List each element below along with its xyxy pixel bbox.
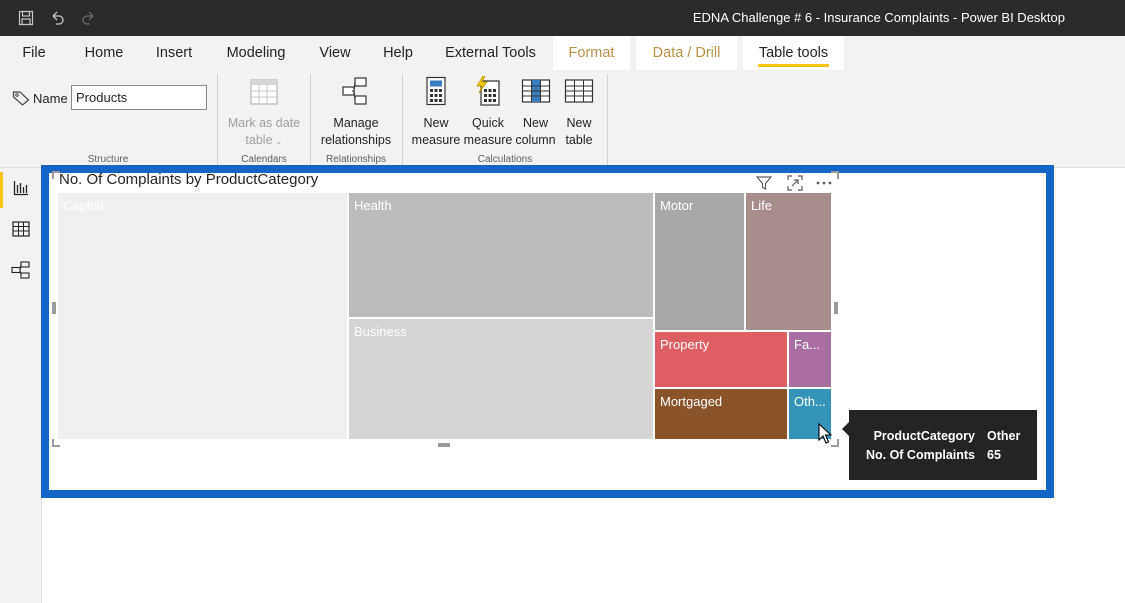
name-label: Name: [33, 91, 68, 106]
resize-handle[interactable]: [52, 171, 60, 179]
tooltip-row: ProductCategory Other: [849, 429, 1037, 447]
new-table-icon: [558, 76, 600, 111]
treemap-chart: Capital Health Business Motor Life Prope…: [58, 193, 833, 441]
report-view-icon: [13, 180, 29, 201]
treemap-tile-life[interactable]: Life: [746, 193, 833, 332]
resize-handle[interactable]: [831, 171, 839, 179]
mouse-cursor-icon: [818, 422, 833, 450]
left-nav: [0, 168, 42, 603]
new-column-button[interactable]: New column: [513, 76, 558, 149]
tab-external-tools[interactable]: External Tools: [437, 36, 544, 70]
tab-table-tools[interactable]: Table tools: [743, 36, 844, 70]
tab-data-drill[interactable]: Data / Drill: [636, 36, 737, 70]
resize-handle[interactable]: [831, 439, 839, 447]
calendar-icon: [224, 76, 304, 111]
tab-modeling[interactable]: Modeling: [216, 36, 296, 70]
tile-label: Mortgaged: [660, 394, 723, 409]
ribbon-separator: [217, 74, 218, 166]
ribbon-tabs: File Home Insert Modeling View Help Exte…: [0, 36, 1125, 70]
tile-label: Motor: [660, 198, 694, 213]
new-column-icon: [513, 76, 558, 111]
tile-label: Capital: [63, 198, 104, 213]
model-view-icon: [11, 260, 31, 284]
tile-label: Business: [354, 324, 407, 339]
window-title: EDNA Challenge # 6 - Insurance Complaint…: [692, 10, 1065, 25]
name-input[interactable]: [71, 85, 207, 110]
quick-measure-button[interactable]: Quick measure: [462, 75, 514, 149]
new-table-label-1: New: [566, 116, 592, 130]
tab-insert[interactable]: Insert: [146, 36, 202, 70]
treemap-tile-mortgaged[interactable]: Mortgaged: [655, 389, 789, 441]
calculator-icon: [410, 76, 462, 111]
treemap-tile-family[interactable]: Fa...: [789, 332, 833, 389]
ribbon-separator: [607, 74, 608, 166]
manage-relationships-button[interactable]: Manage relationships: [316, 76, 396, 149]
undo-icon[interactable]: [48, 9, 66, 27]
data-view-icon: [12, 220, 30, 242]
tooltip-key: ProductCategory: [873, 429, 975, 443]
tile-label: Health: [354, 198, 392, 213]
chevron-down-icon: ⌄: [272, 136, 283, 146]
manage-label-1: Manage: [333, 116, 379, 130]
manage-label-2: relationships: [320, 133, 392, 147]
visual-header-icons: [755, 174, 835, 192]
treemap-tile-health[interactable]: Health: [349, 193, 655, 319]
tab-format[interactable]: Format: [553, 36, 630, 70]
tile-label: Oth...: [794, 394, 826, 409]
tab-home[interactable]: Home: [75, 36, 133, 70]
new-table-button[interactable]: New table: [558, 76, 600, 149]
report-view-button[interactable]: [0, 170, 42, 210]
tag-icon: [12, 90, 30, 111]
visual-title: No. Of Complaints by ProductCategory: [59, 171, 319, 188]
new-measure-label-1: New: [423, 116, 449, 130]
mark-as-date-label-1: Mark as date: [227, 116, 301, 130]
treemap-tile-business[interactable]: Business: [349, 319, 655, 441]
ribbon-body: Name Structure Mark as date table ⌄ Cale…: [0, 70, 1125, 168]
calculations-group-label: Calculations: [477, 154, 533, 165]
calendars-group-label: Calendars: [241, 154, 287, 165]
quick-measure-icon: [462, 75, 514, 111]
ribbon-separator: [402, 74, 403, 166]
treemap-tile-property[interactable]: Property: [655, 332, 789, 389]
tooltip: ProductCategory Other No. Of Complaints …: [842, 410, 1037, 480]
tile-label: Fa...: [794, 337, 821, 352]
new-column-label-1: New: [522, 116, 548, 130]
new-table-label-2: table: [565, 133, 593, 147]
tooltip-value: 65: [987, 448, 1001, 462]
tooltip-key: No. Of Complaints: [865, 448, 975, 462]
save-icon[interactable]: [17, 9, 35, 27]
mark-as-date-label-2: table: [245, 133, 273, 147]
quick-measure-label-1: Quick: [472, 116, 504, 130]
tile-label: Property: [660, 337, 710, 352]
resize-handle[interactable]: [438, 443, 450, 447]
new-measure-label-2: measure: [411, 133, 461, 147]
tooltip-row: No. Of Complaints 65: [849, 448, 1037, 466]
tab-file[interactable]: File: [12, 36, 56, 70]
data-view-button[interactable]: [0, 211, 42, 251]
tab-help[interactable]: Help: [373, 36, 423, 70]
treemap-tile-motor[interactable]: Motor: [655, 193, 746, 332]
relationships-group-label: Relationships: [325, 154, 387, 165]
new-measure-button[interactable]: New measure: [410, 76, 462, 149]
model-view-button[interactable]: [0, 252, 42, 292]
resize-handle[interactable]: [52, 302, 56, 314]
redo-icon[interactable]: [80, 9, 98, 27]
quick-measure-label-2: measure: [463, 133, 513, 147]
resize-handle[interactable]: [834, 302, 838, 314]
tab-view[interactable]: View: [310, 36, 360, 70]
tooltip-value: Other: [987, 429, 1021, 443]
structure-group-label: Structure: [87, 154, 129, 165]
tile-label: Life: [751, 198, 772, 213]
new-column-label-2: column: [515, 133, 556, 147]
mark-as-date-table-button[interactable]: Mark as date table ⌄: [224, 76, 304, 150]
relationships-icon: [316, 76, 396, 111]
treemap-tile-capital[interactable]: Capital: [58, 193, 349, 441]
title-bar: EDNA Challenge # 6 - Insurance Complaint…: [0, 0, 1125, 36]
ribbon-separator: [310, 74, 311, 166]
resize-handle[interactable]: [52, 439, 60, 447]
